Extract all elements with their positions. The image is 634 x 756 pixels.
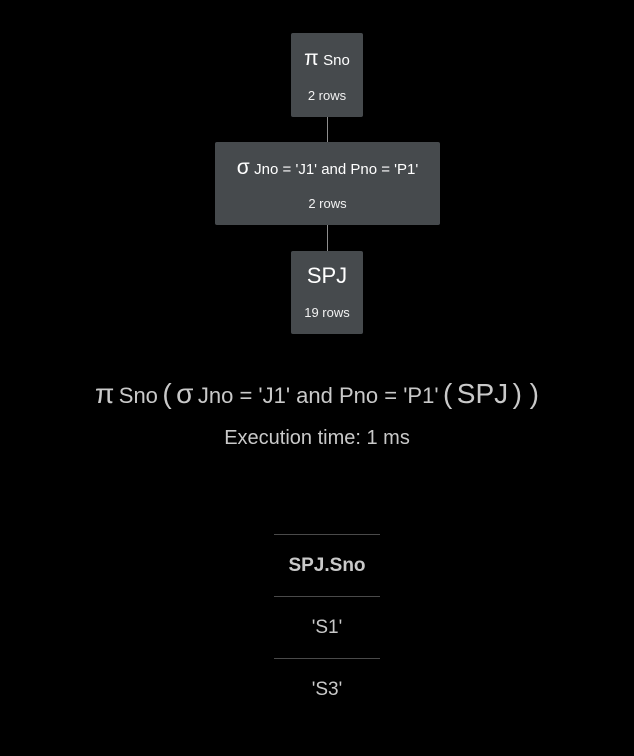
expr-selection-condition: Jno = 'J1' and Pno = 'P1' — [197, 383, 439, 408]
tree-connector — [327, 117, 328, 142]
execution-time: Execution time: 1 ms — [224, 427, 410, 449]
expr-open-paren: ( — [442, 378, 453, 409]
projection-node[interactable]: π Sno 2 rows — [291, 33, 363, 117]
pi-symbol: π — [304, 47, 319, 70]
relational-algebra-expression: π Sno ( σ Jno = 'J1' and Pno = 'P1' ( SP… — [0, 378, 634, 410]
selection-condition: Jno = 'J1' and Pno = 'P1' — [254, 161, 419, 178]
sigma-symbol: σ — [236, 156, 250, 179]
table-row: 'S3' — [274, 658, 380, 720]
projection-row-count: 2 rows — [307, 88, 347, 103]
relation-name: SPJ — [306, 263, 348, 288]
selection-row-count: 2 rows — [308, 196, 347, 211]
projection-operator: π Sno — [291, 47, 363, 71]
query-plan-view: π Sno 2 rows σ Jno = 'J1' and Pno = 'P1'… — [0, 0, 634, 756]
expr-relation: SPJ — [456, 378, 509, 409]
table-row: 'S1' — [274, 596, 380, 659]
result-table: SPJ.Sno 'S1' 'S3' — [274, 534, 380, 720]
expr-open-paren: ( — [162, 378, 172, 409]
selection-node[interactable]: σ Jno = 'J1' and Pno = 'P1' 2 rows — [215, 142, 440, 225]
table-cell: 'S3' — [274, 658, 380, 720]
table-header-row: SPJ.Sno — [274, 534, 380, 597]
column-header: SPJ.Sno — [274, 534, 380, 597]
selection-operator: σ Jno = 'J1' and Pno = 'P1' — [215, 156, 440, 180]
table-cell: 'S1' — [274, 596, 380, 659]
projection-attributes: Sno — [323, 52, 350, 69]
expr-projection-attributes: Sno — [118, 383, 158, 408]
tree-connector — [327, 225, 328, 251]
expr-pi-symbol: π — [94, 378, 115, 409]
expr-sigma-symbol: σ — [176, 378, 194, 409]
relation-node[interactable]: SPJ 19 rows — [291, 251, 363, 334]
relation-row-count: 19 rows — [304, 305, 350, 320]
expr-close-parens: ) ) — [512, 378, 540, 409]
